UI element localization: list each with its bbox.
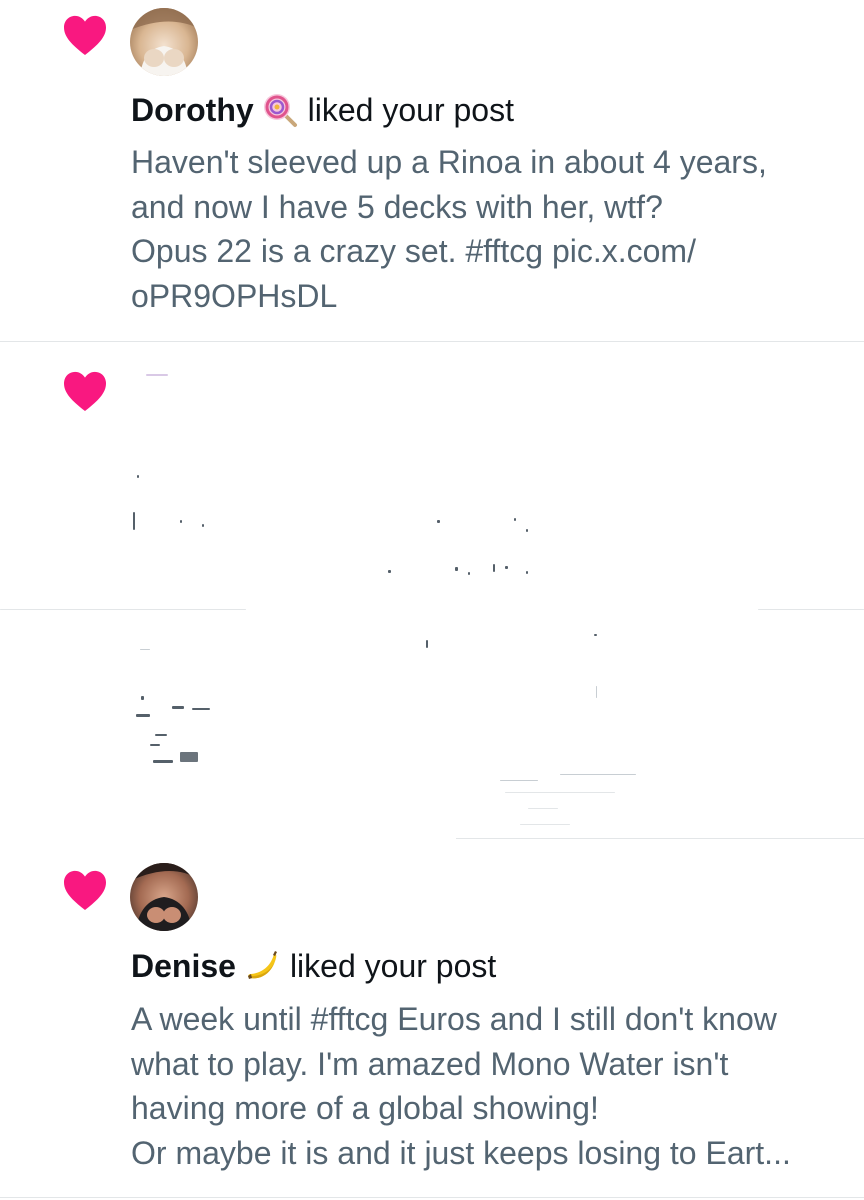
avatar-photo	[130, 863, 198, 931]
action-text: liked your post	[307, 92, 514, 128]
post-text[interactable]: Haven't sleeved up a Rinoa in about 4 ye…	[131, 140, 841, 318]
lollipop-icon	[263, 94, 297, 127]
notification-headline: Dorothy liked your post	[131, 90, 514, 130]
heart-icon	[64, 15, 106, 56]
notification-item-dorothy[interactable]: Dorothy liked your post Haven't sleeved …	[0, 0, 864, 341]
avatar[interactable]	[130, 8, 198, 76]
avatar-photo	[130, 8, 198, 76]
heart-icon	[64, 870, 106, 911]
notification-headline: Denise liked your post	[131, 946, 496, 986]
user-name[interactable]: Dorothy	[131, 90, 254, 130]
user-name[interactable]: Denise	[131, 946, 236, 986]
avatar[interactable]	[130, 863, 198, 931]
divider	[0, 1197, 864, 1198]
action-text: liked your post	[289, 948, 497, 984]
banana-icon	[247, 951, 277, 979]
notification-item-blank[interactable]	[0, 342, 864, 838]
notification-item-denise[interactable]: Denise liked your post A week until #fft…	[0, 839, 864, 1197]
post-text[interactable]: A week until #fftcg Euros and I still do…	[131, 997, 841, 1175]
unrendered-content	[0, 342, 864, 838]
